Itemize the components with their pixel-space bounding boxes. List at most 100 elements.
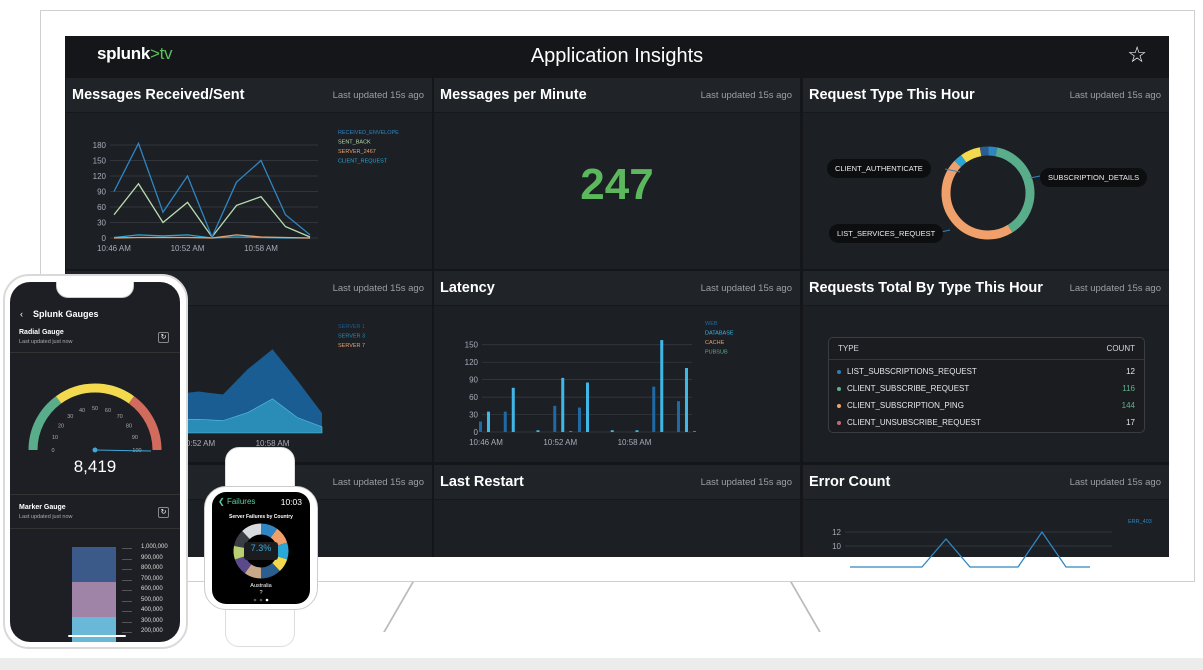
panel-header: Last Restart Last updated 15s ago xyxy=(434,465,800,500)
tick-mark xyxy=(122,600,132,602)
tick-label: 300,000 xyxy=(141,617,163,624)
gauge-tick: 40 xyxy=(79,408,85,414)
gauge-tick: 50 xyxy=(92,406,98,412)
row-type: CLIENT_SUBSCRIPTION_PING xyxy=(837,401,964,410)
page-dot xyxy=(253,598,257,602)
last-updated: Last updated 15s ago xyxy=(700,477,792,488)
last-updated: Last updated 15s ago xyxy=(332,283,424,294)
donut-slice xyxy=(244,564,262,579)
tick-mark xyxy=(122,611,132,612)
gauge-hub xyxy=(92,447,98,453)
tick-label: 400,000 xyxy=(141,607,163,613)
marker-band xyxy=(72,547,116,582)
page-title: Application Insights xyxy=(530,45,704,67)
last-updated: Last updated 15s ago xyxy=(1069,283,1161,294)
panel-title: Requests Total By Type This Hour xyxy=(809,280,1043,296)
donut-label: SUBSCRIPTION_DETAILS xyxy=(1040,168,1148,187)
table-row[interactable]: LIST_SUBSCRIPTIONS_REQUEST 12 xyxy=(829,363,1144,380)
gauge-value: 8,419 xyxy=(73,457,117,476)
card-updated: Last updated just now xyxy=(19,514,73,520)
tick-label: 200,000 xyxy=(141,628,163,634)
panel-title: Latency xyxy=(440,280,495,296)
panel-header: Request Type This Hour Last updated 15s a… xyxy=(803,78,1169,113)
panel-title: Messages Received/Sent xyxy=(72,87,245,103)
row-count: 12 xyxy=(1126,367,1135,376)
table-row[interactable]: CLIENT_SUBSCRIPTION_PING 144 xyxy=(829,397,1144,414)
gauge-tick: 30 xyxy=(67,414,73,420)
status-dot xyxy=(837,369,841,374)
gauge-tick: 10 xyxy=(52,435,58,441)
marker-band xyxy=(72,617,116,642)
gauge-band xyxy=(55,383,135,404)
tick-mark xyxy=(122,558,132,560)
tick-label: 800,000 xyxy=(141,565,163,571)
table-header: TYPE COUNT xyxy=(829,338,1144,360)
tv-stand-leg xyxy=(383,582,414,632)
last-updated: Last updated 15s ago xyxy=(700,90,792,101)
tick-mark xyxy=(122,590,132,591)
gauge-tick: 60 xyxy=(105,408,111,414)
tick-label: 900,000 xyxy=(141,554,163,561)
table-row[interactable]: CLIENT_UNSUBSCRIBE_REQUEST 17 xyxy=(829,414,1144,431)
gauge-tick: 70 xyxy=(117,414,123,420)
row-count: 144 xyxy=(1121,401,1135,410)
panel-header: Error Count Last updated 15s ago xyxy=(803,465,1169,500)
marker-band xyxy=(72,582,116,617)
table-row[interactable]: CLIENT_SUBSCRIBE_REQUEST 116 xyxy=(829,380,1144,397)
panel-title: Last Restart xyxy=(440,474,524,490)
row-type: CLIENT_SUBSCRIBE_REQUEST xyxy=(837,384,969,393)
tick-mark xyxy=(122,548,132,549)
gauge-tick: 80 xyxy=(126,423,132,429)
status-dot xyxy=(837,420,841,425)
tick-label: 1,000,000 xyxy=(141,544,168,550)
refresh-icon[interactable]: ↻ xyxy=(158,507,169,518)
gauge-band xyxy=(128,396,162,451)
divider xyxy=(10,494,180,495)
gauge-needle xyxy=(94,449,152,452)
panel-header: Messages Received/Sent Last updated 15s a… xyxy=(66,78,432,113)
row-type: CLIENT_UNSUBSCRIBE_REQUEST xyxy=(837,418,981,427)
column-type: TYPE xyxy=(838,344,859,353)
gauge-tick: 90 xyxy=(132,435,138,441)
card-title: Marker Gauge xyxy=(19,504,66,511)
gauge-tick: 20 xyxy=(58,423,64,429)
radial-gauge: 0102030405060708090100 xyxy=(28,383,162,454)
column-count: COUNT xyxy=(1106,344,1135,353)
dashboard-panel: Error Count Last updated 15s ago xyxy=(803,465,1169,557)
divider xyxy=(10,528,180,529)
dashboard-panel: Last Restart Last updated 15s ago xyxy=(434,465,800,557)
tick-mark xyxy=(122,569,132,570)
messages-per-minute-value: 247 xyxy=(580,160,654,209)
panel-header: Messages per Minute Last updated 15s ago xyxy=(434,78,800,113)
donut-slice xyxy=(260,523,278,538)
page-dot xyxy=(265,598,269,602)
dashboard-panel: Latency Last updated 15s ago xyxy=(434,271,800,462)
floor xyxy=(0,658,1203,670)
panel-title: Error Count xyxy=(809,474,891,490)
dashboard-panel: Messages Received/Sent Last updated 15s a… xyxy=(66,78,432,269)
panel-header: Latency Last updated 15s ago xyxy=(434,271,800,306)
row-count: 116 xyxy=(1122,384,1135,393)
panel-title: Request Type This Hour xyxy=(809,87,975,103)
last-updated: Last updated 15s ago xyxy=(332,477,424,488)
tick-label: 600,000 xyxy=(141,586,163,592)
tick-mark xyxy=(122,621,132,623)
page-dot xyxy=(259,598,263,602)
tick-mark xyxy=(122,579,132,581)
tick-label: 500,000 xyxy=(141,596,163,603)
tick-label: 700,000 xyxy=(141,575,163,582)
donut-slice xyxy=(242,523,262,540)
last-updated: Last updated 15s ago xyxy=(332,90,424,101)
tick-mark xyxy=(122,632,132,633)
donut-label: LIST_SERVICES_REQUEST xyxy=(829,224,944,243)
row-count: 17 xyxy=(1126,418,1135,427)
star-icon[interactable]: ☆ xyxy=(1127,42,1147,68)
requests-table: TYPE COUNT LIST_SUBSCRIPTIONS_REQUEST 12 CL… xyxy=(828,337,1145,433)
panel-header: Requests Total By Type This Hour Last upd… xyxy=(803,271,1169,306)
donut-label: CLIENT_AUTHENTICATE xyxy=(827,159,931,178)
status-dot xyxy=(837,386,841,391)
status-dot xyxy=(837,403,841,408)
tv-stand-leg xyxy=(790,582,821,632)
last-updated: Last updated 15s ago xyxy=(1069,477,1161,488)
row-type: LIST_SUBSCRIPTIONS_REQUEST xyxy=(837,367,977,376)
